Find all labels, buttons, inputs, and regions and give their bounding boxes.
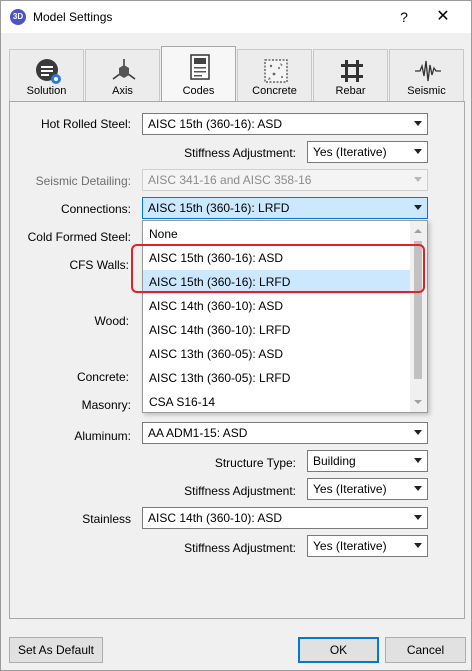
concrete-label: Concrete: (76, 370, 129, 384)
tab-concrete[interactable]: Concrete (237, 49, 312, 102)
concrete-icon (264, 59, 288, 83)
cold-formed-steel-label: Cold Formed Steel: (27, 230, 131, 244)
ok-button[interactable]: OK (298, 637, 379, 663)
tab-seismic[interactable]: Seismic (389, 49, 464, 102)
aluminum-value: AA ADM1-15: ASD (148, 426, 248, 440)
dropdown-option[interactable]: CSA S16-14 (143, 390, 411, 414)
stiffness-adjustment-select[interactable]: Yes (Iterative) (307, 535, 428, 557)
tab-solution-label: Solution (26, 85, 67, 97)
chevron-down-icon (414, 149, 422, 154)
chevron-down-icon (414, 486, 422, 491)
dropdown-option[interactable]: AISC 13th (360-05): LRFD (143, 366, 411, 390)
scroll-down-icon[interactable] (414, 400, 422, 404)
close-button[interactable]: ✕ (433, 7, 453, 27)
connections-value: AISC 15th (360-16): LRFD (148, 201, 290, 215)
tab-axis[interactable]: Axis (85, 49, 160, 102)
rebar-icon (341, 60, 363, 82)
cancel-button[interactable]: Cancel (385, 637, 466, 663)
stiffness-adjustment-label: Stiffness Adjustment: (184, 146, 296, 160)
connections-label: Connections: (60, 202, 131, 216)
stiffness-adjustment-select[interactable]: Yes (Iterative) (307, 478, 428, 500)
hot-rolled-steel-label: Hot Rolled Steel: (40, 117, 131, 131)
tab-strip: Solution Axis Codes Concrete Rebar Seism… (9, 46, 465, 102)
chevron-down-icon (414, 121, 422, 126)
tab-solution[interactable]: Solution (9, 49, 84, 102)
highlight-annotation (131, 244, 425, 293)
stiffness-adjustment-value: Yes (Iterative) (313, 145, 387, 159)
tab-rebar-label: Rebar (335, 85, 366, 97)
seismic-detailing-select: AISC 341-16 and AISC 358-16 (142, 169, 428, 191)
solution-icon (36, 59, 61, 84)
chevron-down-icon (414, 543, 422, 548)
structure-type-label: Structure Type: (214, 456, 296, 470)
seismic-detailing-value: AISC 341-16 and AISC 358-16 (148, 173, 312, 187)
dropdown-option[interactable]: None (143, 222, 411, 246)
connections-select[interactable]: AISC 15th (360-16): LRFD (142, 197, 428, 219)
tab-codes-label: Codes (182, 85, 215, 97)
seismic-detailing-label: Seismic Detailing: (35, 174, 131, 188)
aluminum-label: Aluminum: (74, 429, 131, 443)
chevron-down-icon (414, 515, 422, 520)
stiffness-adjustment-value: Yes (Iterative) (313, 539, 387, 553)
cfs-walls-label: CFS Walls: (69, 258, 129, 272)
app-logo-icon: 3D (10, 9, 26, 25)
stiffness-adjustment-select[interactable]: Yes (Iterative) (307, 141, 428, 163)
window-title: Model Settings (33, 10, 113, 24)
stiffness-adjustment-value: Yes (Iterative) (313, 482, 387, 496)
tab-codes[interactable]: Codes (161, 46, 236, 102)
dropdown-option[interactable]: AISC 14th (360-10): ASD (143, 294, 411, 318)
codes-icon (190, 54, 210, 80)
tab-concrete-label: Concrete (252, 85, 297, 97)
tab-axis-label: Axis (112, 85, 133, 97)
structure-type-value: Building (313, 454, 356, 468)
model-settings-dialog: 3D Model Settings ? ✕ Solution Axis Code… (0, 0, 472, 671)
wood-label: Wood: (94, 314, 129, 328)
tab-seismic-label: Seismic (407, 85, 446, 97)
structure-type-select[interactable]: Building (307, 450, 428, 472)
stainless-label: Stainless (82, 512, 131, 526)
chevron-down-icon (414, 458, 422, 463)
seismic-icon (415, 60, 441, 82)
hot-rolled-steel-select[interactable]: AISC 15th (360-16): ASD (142, 113, 428, 135)
scroll-up-icon[interactable] (414, 229, 422, 233)
masonry-label: Masonry: (81, 398, 131, 412)
help-button[interactable]: ? (394, 7, 414, 27)
stainless-select[interactable]: AISC 14th (360-10): ASD (142, 507, 428, 529)
tab-rebar[interactable]: Rebar (313, 49, 388, 102)
set-as-default-button[interactable]: Set As Default (9, 637, 103, 663)
chevron-down-icon (414, 177, 422, 182)
stainless-value: AISC 14th (360-10): ASD (148, 511, 283, 525)
stiffness-adjustment-label: Stiffness Adjustment: (184, 484, 296, 498)
stiffness-adjustment-label: Stiffness Adjustment: (184, 541, 296, 555)
chevron-down-icon (414, 205, 422, 210)
dropdown-option[interactable]: AISC 14th (360-10): LRFD (143, 318, 411, 342)
axis-icon (112, 59, 136, 80)
dropdown-option[interactable]: AISC 13th (360-05): ASD (143, 342, 411, 366)
aluminum-select[interactable]: AA ADM1-15: ASD (142, 422, 428, 444)
chevron-down-icon (414, 430, 422, 435)
hot-rolled-steel-value: AISC 15th (360-16): ASD (148, 117, 283, 131)
title-bar: 3D Model Settings ? ✕ (1, 1, 471, 33)
